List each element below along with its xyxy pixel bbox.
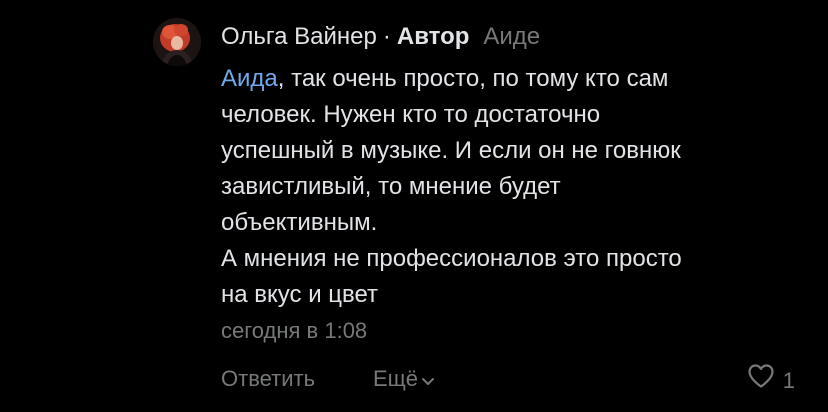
author-badge: Автор xyxy=(396,23,470,50)
header-separator: · xyxy=(382,23,391,50)
comment-text-line: успешный в музыке. И если он не говнюк xyxy=(221,137,681,164)
like-count: 1 xyxy=(782,367,795,393)
author-name[interactable]: Ольга Вайнер xyxy=(221,22,377,52)
comment-text-line: завистливый, то мнение будет xyxy=(221,173,561,200)
comment-text-line: Аида, так очень просто, по тому кто сам xyxy=(221,61,801,97)
comment-actions: Ответить Ещё 1 xyxy=(221,363,801,395)
comment-text-line: объективным. xyxy=(221,209,378,236)
comment-text-segment: , так очень просто, по тому кто сам xyxy=(277,65,669,92)
more-label: Ещё xyxy=(373,366,419,391)
comment-text-line: на вкус и цвет xyxy=(221,281,379,308)
like-button[interactable]: 1 xyxy=(747,363,795,398)
avatar-image xyxy=(153,18,201,66)
comment-card: Ольга Вайнер · Автор Аиде Аида, так очен… xyxy=(0,0,828,412)
chevron-down-icon xyxy=(421,363,435,395)
avatar[interactable] xyxy=(153,18,201,66)
comment-text-line: А мнения не профессионалов это просто xyxy=(221,245,682,272)
more-button[interactable]: Ещё xyxy=(373,363,435,395)
comment-timestamp: сегодня в 1:08 xyxy=(221,318,368,343)
reply-button[interactable]: Ответить xyxy=(221,363,315,395)
heart-icon xyxy=(747,363,775,398)
comment-text: Аида, так очень просто, по тому кто сам … xyxy=(221,61,801,313)
mention-link[interactable]: Аида xyxy=(221,65,278,92)
comment-text-line: человек. Нужен кто то достаточно xyxy=(221,101,601,128)
reply-to-name[interactable]: Аиде xyxy=(483,22,540,52)
comment-header: Ольга Вайнер · Автор Аиде xyxy=(221,22,540,52)
